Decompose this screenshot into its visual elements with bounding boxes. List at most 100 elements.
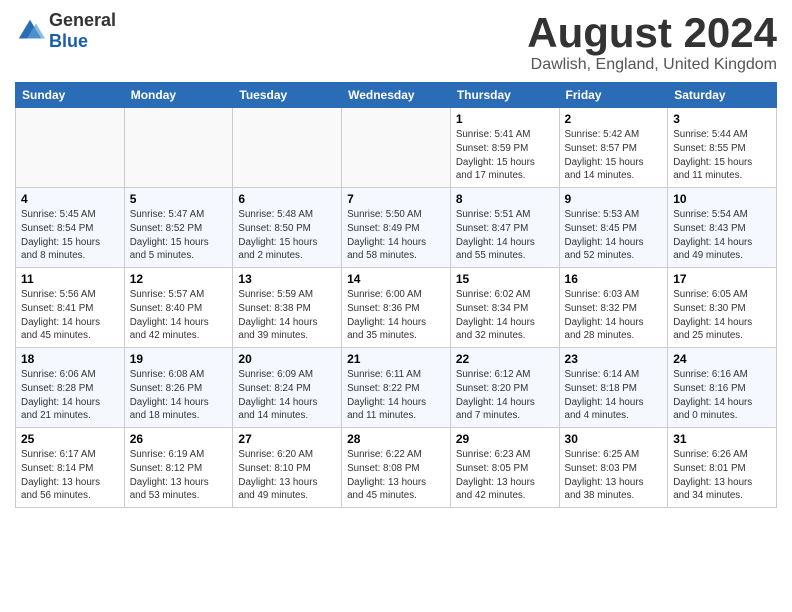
day-number: 14 [347,272,445,286]
page: General Blue August 2024 Dawlish, Englan… [0,0,792,518]
location: Dawlish, England, United Kingdom [527,56,777,74]
logo-general-text: General [49,10,116,31]
day-info: Sunrise: 6:16 AM Sunset: 8:16 PM Dayligh… [673,368,771,423]
day-info: Sunrise: 6:19 AM Sunset: 8:12 PM Dayligh… [130,448,228,503]
day-info: Sunrise: 5:51 AM Sunset: 8:47 PM Dayligh… [456,208,554,263]
logo-icon [15,16,45,46]
day-number: 13 [238,272,336,286]
header-wednesday: Wednesday [342,83,451,108]
day-number: 16 [565,272,663,286]
day-number: 5 [130,192,228,206]
table-row [342,108,451,188]
header-friday: Friday [559,83,668,108]
table-row: 5 Sunrise: 5:47 AM Sunset: 8:52 PM Daylig… [124,188,233,268]
logo-blue-text: Blue [49,31,116,52]
header-tuesday: Tuesday [233,83,342,108]
day-info: Sunrise: 6:26 AM Sunset: 8:01 PM Dayligh… [673,448,771,503]
table-row [16,108,125,188]
day-info: Sunrise: 5:42 AM Sunset: 8:57 PM Dayligh… [565,128,663,183]
day-info: Sunrise: 5:54 AM Sunset: 8:43 PM Dayligh… [673,208,771,263]
table-row: 11 Sunrise: 5:56 AM Sunset: 8:41 PM Dayli… [16,268,125,348]
day-info: Sunrise: 5:45 AM Sunset: 8:54 PM Dayligh… [21,208,119,263]
table-row: 8 Sunrise: 5:51 AM Sunset: 8:47 PM Daylig… [450,188,559,268]
day-number: 8 [456,192,554,206]
day-info: Sunrise: 6:20 AM Sunset: 8:10 PM Dayligh… [238,448,336,503]
table-row: 4 Sunrise: 5:45 AM Sunset: 8:54 PM Daylig… [16,188,125,268]
table-row: 2 Sunrise: 5:42 AM Sunset: 8:57 PM Daylig… [559,108,668,188]
day-info: Sunrise: 5:57 AM Sunset: 8:40 PM Dayligh… [130,288,228,343]
day-number: 27 [238,432,336,446]
day-info: Sunrise: 6:03 AM Sunset: 8:32 PM Dayligh… [565,288,663,343]
day-info: Sunrise: 6:00 AM Sunset: 8:36 PM Dayligh… [347,288,445,343]
day-number: 9 [565,192,663,206]
table-row: 9 Sunrise: 5:53 AM Sunset: 8:45 PM Daylig… [559,188,668,268]
table-row: 1 Sunrise: 5:41 AM Sunset: 8:59 PM Daylig… [450,108,559,188]
day-number: 10 [673,192,771,206]
day-number: 31 [673,432,771,446]
table-row: 21Sunrise: 6:11 AM Sunset: 8:22 PM Dayli… [342,348,451,428]
table-row: 10 Sunrise: 5:54 AM Sunset: 8:43 PM Dayli… [668,188,777,268]
day-info: Sunrise: 6:22 AM Sunset: 8:08 PM Dayligh… [347,448,445,503]
day-info: Sunrise: 6:25 AM Sunset: 8:03 PM Dayligh… [565,448,663,503]
day-info: Sunrise: 5:56 AM Sunset: 8:41 PM Dayligh… [21,288,119,343]
logo-text: General Blue [49,10,116,52]
table-row: 13 Sunrise: 5:59 AM Sunset: 8:38 PM Dayli… [233,268,342,348]
header: General Blue August 2024 Dawlish, Englan… [15,10,777,74]
table-row: 20Sunrise: 6:09 AM Sunset: 8:24 PM Dayli… [233,348,342,428]
day-number: 4 [21,192,119,206]
table-row: 3Sunrise: 5:44 AM Sunset: 8:55 PM Daylig… [668,108,777,188]
day-info: Sunrise: 6:06 AM Sunset: 8:28 PM Dayligh… [21,368,119,423]
day-info: Sunrise: 6:12 AM Sunset: 8:20 PM Dayligh… [456,368,554,423]
day-number: 30 [565,432,663,446]
table-row: 6 Sunrise: 5:48 AM Sunset: 8:50 PM Daylig… [233,188,342,268]
table-row: 31 Sunrise: 6:26 AM Sunset: 8:01 PM Dayli… [668,428,777,508]
table-row: 29 Sunrise: 6:23 AM Sunset: 8:05 PM Dayli… [450,428,559,508]
table-row: 19Sunrise: 6:08 AM Sunset: 8:26 PM Dayli… [124,348,233,428]
day-number: 15 [456,272,554,286]
day-number: 26 [130,432,228,446]
calendar-body: 1 Sunrise: 5:41 AM Sunset: 8:59 PM Daylig… [16,108,777,508]
day-number: 29 [456,432,554,446]
table-row: 15 Sunrise: 6:02 AM Sunset: 8:34 PM Dayli… [450,268,559,348]
day-number: 20 [238,352,336,366]
table-row: 23Sunrise: 6:14 AM Sunset: 8:18 PM Dayli… [559,348,668,428]
day-info: Sunrise: 6:02 AM Sunset: 8:34 PM Dayligh… [456,288,554,343]
calendar-header: Sunday Monday Tuesday Wednesday Thursday… [16,83,777,108]
day-number: 21 [347,352,445,366]
day-info: Sunrise: 6:05 AM Sunset: 8:30 PM Dayligh… [673,288,771,343]
day-number: 2 [565,112,663,126]
day-info: Sunrise: 6:23 AM Sunset: 8:05 PM Dayligh… [456,448,554,503]
day-info: Sunrise: 5:53 AM Sunset: 8:45 PM Dayligh… [565,208,663,263]
table-row: 14 Sunrise: 6:00 AM Sunset: 8:36 PM Dayli… [342,268,451,348]
table-row: 18 Sunrise: 6:06 AM Sunset: 8:28 PM Dayli… [16,348,125,428]
table-row: 12Sunrise: 5:57 AM Sunset: 8:40 PM Dayli… [124,268,233,348]
day-number: 3 [673,112,771,126]
title-area: August 2024 Dawlish, England, United Kin… [527,10,777,74]
header-saturday: Saturday [668,83,777,108]
day-info: Sunrise: 5:47 AM Sunset: 8:52 PM Dayligh… [130,208,228,263]
day-number: 1 [456,112,554,126]
day-info: Sunrise: 5:48 AM Sunset: 8:50 PM Dayligh… [238,208,336,263]
table-row: 16 Sunrise: 6:03 AM Sunset: 8:32 PM Dayli… [559,268,668,348]
day-number: 19 [130,352,228,366]
day-info: Sunrise: 5:41 AM Sunset: 8:59 PM Dayligh… [456,128,554,183]
day-info: Sunrise: 6:14 AM Sunset: 8:18 PM Dayligh… [565,368,663,423]
table-row [233,108,342,188]
day-number: 22 [456,352,554,366]
day-number: 18 [21,352,119,366]
table-row: 30 Sunrise: 6:25 AM Sunset: 8:03 PM Dayli… [559,428,668,508]
day-info: Sunrise: 5:50 AM Sunset: 8:49 PM Dayligh… [347,208,445,263]
table-row: 22 Sunrise: 6:12 AM Sunset: 8:20 PM Dayli… [450,348,559,428]
day-number: 7 [347,192,445,206]
logo: General Blue [15,10,116,52]
day-number: 25 [21,432,119,446]
month-title: August 2024 [527,10,777,56]
day-info: Sunrise: 6:17 AM Sunset: 8:14 PM Dayligh… [21,448,119,503]
table-row: 7 Sunrise: 5:50 AM Sunset: 8:49 PM Daylig… [342,188,451,268]
day-number: 11 [21,272,119,286]
table-row: 26 Sunrise: 6:19 AM Sunset: 8:12 PM Dayli… [124,428,233,508]
day-number: 6 [238,192,336,206]
table-row: 17Sunrise: 6:05 AM Sunset: 8:30 PM Dayli… [668,268,777,348]
table-row [124,108,233,188]
day-info: Sunrise: 5:59 AM Sunset: 8:38 PM Dayligh… [238,288,336,343]
